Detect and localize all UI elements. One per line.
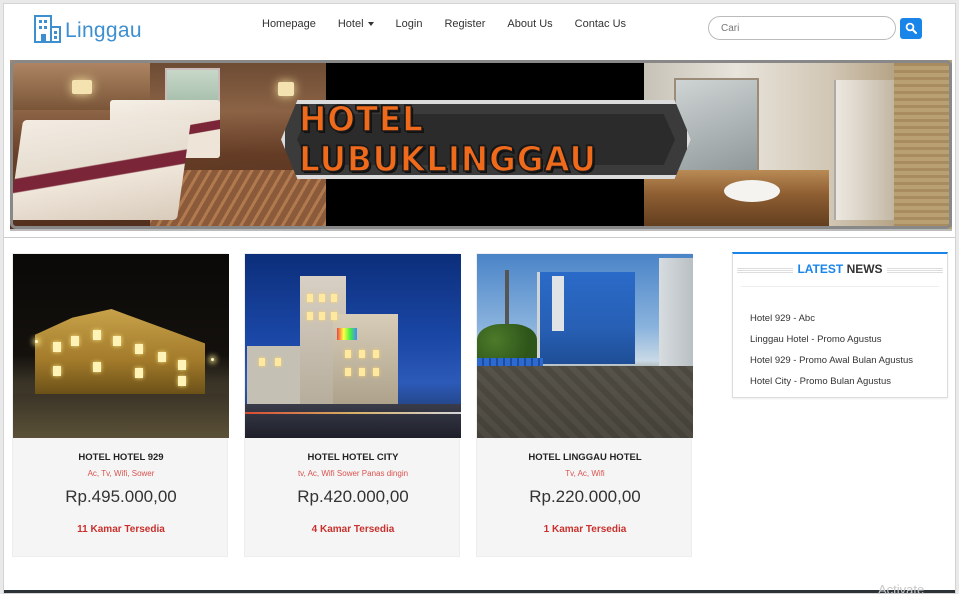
brand-name: Linggau xyxy=(65,19,142,42)
nav-hotel-label: Hotel xyxy=(337,18,364,30)
nav-homepage-label: Homepage xyxy=(262,18,316,30)
nav-about-us[interactable]: About Us xyxy=(507,18,552,30)
hotel-photo[interactable] xyxy=(13,254,229,438)
search-icon xyxy=(905,22,917,34)
activation-watermark: Activate xyxy=(878,582,925,594)
news-header: LATEST NEWS xyxy=(733,261,947,277)
news-title-accent: LATEST xyxy=(797,262,844,276)
hotel-card[interactable]: HOTEL LINGGAU HOTEL Tv, Ac, Wifi Rp.220.… xyxy=(476,253,693,557)
hero-banner: HOTEL LUBUKLINGGAU xyxy=(10,60,952,231)
hotel-photo[interactable] xyxy=(477,254,693,438)
banner-sign: HOTEL LUBUKLINGGAU xyxy=(281,100,691,179)
navbar: Linggau Homepage Hotel Login Register Ab… xyxy=(4,4,955,60)
nav-register-label: Register xyxy=(444,18,486,30)
nav-register[interactable]: Register xyxy=(444,18,485,30)
hotel-facilities: Ac, Tv, Wifi, Sower xyxy=(87,469,155,478)
news-item[interactable]: Hotel 929 - Abc xyxy=(750,313,913,334)
brand-logo[interactable]: Linggau xyxy=(30,13,142,45)
banner-bathroom-photo xyxy=(644,60,952,229)
main-nav: Homepage Hotel Login Register About Us C… xyxy=(262,18,648,30)
section-divider xyxy=(4,237,955,238)
latest-news-panel: LATEST NEWS Hotel 929 - Abc Linggau Hote… xyxy=(732,252,948,398)
hotel-facilities: Tv, Ac, Wifi xyxy=(565,469,605,478)
hotel-price: Rp.220.000,00 xyxy=(529,487,641,506)
search-button[interactable] xyxy=(900,17,922,39)
hotel-name[interactable]: HOTEL LINGGAU HOTEL xyxy=(477,452,693,463)
caret-down-icon xyxy=(367,22,374,26)
hotel-facilities: tv, Ac, Wifi Sower Panas dingin xyxy=(297,469,409,478)
banner-title: HOTEL LUBUKLINGGAU xyxy=(298,99,597,180)
search-form xyxy=(708,16,922,40)
banner-bedroom-photo xyxy=(10,60,326,229)
hotel-card[interactable]: HOTEL HOTEL CITY tv, Ac, Wifi Sower Pana… xyxy=(244,253,461,557)
hotel-price: Rp.495.000,00 xyxy=(65,487,177,506)
nav-login[interactable]: Login xyxy=(396,18,423,30)
nav-contact-us-label: Contac Us xyxy=(574,18,627,30)
news-item[interactable]: Hotel City - Promo Bulan Agustus xyxy=(750,376,913,397)
hotel-price: Rp.420.000,00 xyxy=(297,487,409,506)
news-title: LATEST NEWS xyxy=(793,262,887,276)
news-item[interactable]: Hotel 929 - Promo Awal Bulan Agustus xyxy=(750,355,913,376)
hotel-rooms-available: 1 Kamar Tersedia xyxy=(543,524,627,535)
page: Linggau Homepage Hotel Login Register Ab… xyxy=(3,3,956,594)
footer-bar xyxy=(4,590,955,593)
nav-homepage[interactable]: Homepage xyxy=(262,18,316,30)
hotel-name[interactable]: HOTEL HOTEL 929 xyxy=(13,452,229,463)
hotel-rooms-available: 4 Kamar Tersedia xyxy=(311,524,395,535)
hotel-card[interactable]: HOTEL HOTEL 929 Ac, Tv, Wifi, Sower Rp.4… xyxy=(12,253,229,557)
hotel-photo[interactable] xyxy=(245,254,461,438)
search-input[interactable] xyxy=(708,16,896,40)
hotel-rooms-available: 11 Kamar Tersedia xyxy=(77,524,165,535)
nav-login-label: Login xyxy=(395,18,423,30)
hotel-name[interactable]: HOTEL HOTEL CITY xyxy=(245,452,461,463)
news-item[interactable]: Linggau Hotel - Promo Agustus xyxy=(750,334,913,355)
news-title-rest: NEWS xyxy=(846,262,883,276)
news-list: Hotel 929 - Abc Linggau Hotel - Promo Ag… xyxy=(750,313,913,397)
nav-contact-us[interactable]: Contac Us xyxy=(575,18,626,30)
hotel-building-icon xyxy=(34,15,61,43)
nav-hotel-dropdown[interactable]: Hotel xyxy=(338,18,374,30)
nav-about-us-label: About Us xyxy=(507,18,553,30)
